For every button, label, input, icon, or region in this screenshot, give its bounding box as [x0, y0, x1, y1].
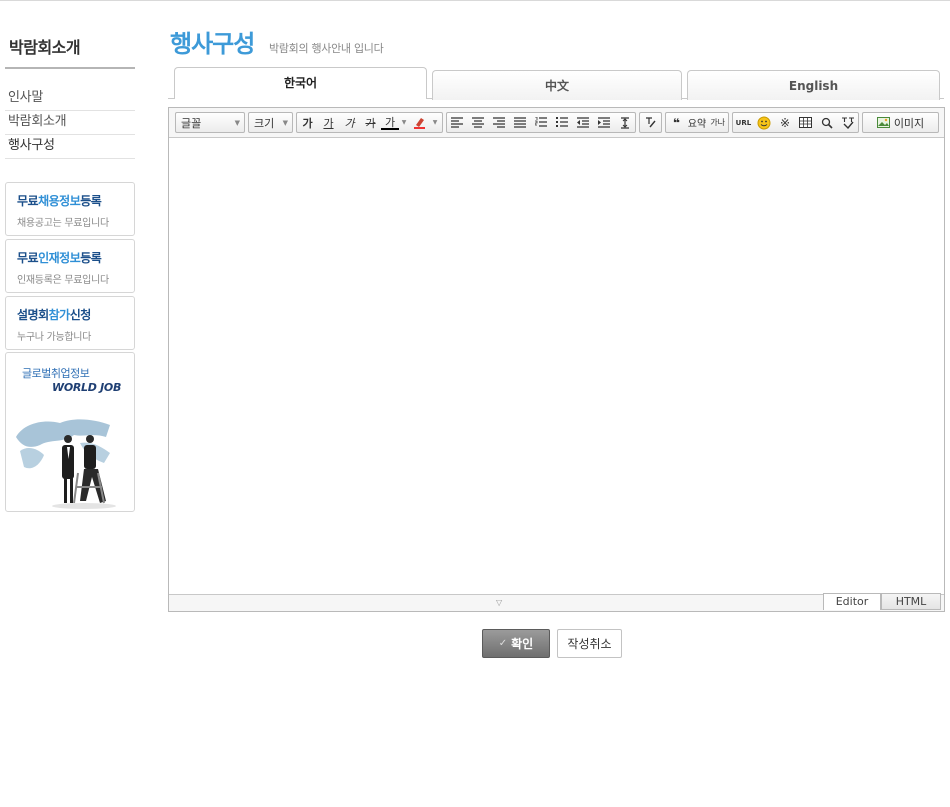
check-icon: ✓ — [498, 638, 508, 649]
highlighter-icon — [414, 118, 425, 129]
align-left-icon — [451, 117, 464, 128]
sidebar-item-greeting[interactable]: 인사말 — [5, 87, 135, 111]
find-button[interactable] — [816, 113, 837, 132]
sidebar-title-divider — [5, 67, 135, 69]
font-family-select[interactable]: 글꼴 ▼ — [175, 112, 245, 133]
worldjob-label: 글로벌취업정보 — [22, 367, 90, 380]
chevron-down-icon: ▼ — [282, 118, 288, 127]
sidebar-menu: 인사말 박람회소개 행사구성 — [5, 87, 135, 159]
bullet-list-button[interactable] — [551, 113, 572, 132]
align-justify-button[interactable] — [510, 113, 531, 132]
outdent-icon — [576, 117, 589, 128]
image-icon — [876, 117, 890, 128]
table-icon — [799, 117, 813, 128]
promo-title: 무료인재정보등록 — [17, 251, 102, 265]
chevron-down-icon[interactable]: ▼ — [399, 113, 409, 132]
align-left-button[interactable] — [447, 113, 468, 132]
indent-button[interactable] — [593, 113, 614, 132]
top-border — [0, 0, 950, 1]
table-button[interactable] — [795, 113, 816, 132]
special-char-button[interactable]: ※ — [775, 113, 796, 132]
insert-image-label: 이미지 — [893, 116, 925, 130]
smiley-icon — [757, 116, 771, 129]
format-painter-group — [639, 112, 662, 133]
format-clear-button[interactable] — [640, 113, 661, 132]
promo-subtitle: 누구나 가능합니다 — [17, 332, 92, 343]
insert-text-group: ❝ 요약 가나 — [665, 112, 729, 133]
chevron-down-icon[interactable]: ▼ — [430, 113, 440, 132]
paragraph-group — [446, 112, 636, 133]
link-button[interactable]: URL — [733, 113, 754, 132]
align-center-button[interactable] — [468, 113, 489, 132]
confirm-button[interactable]: ✓ 확인 — [482, 629, 550, 658]
tab-korean[interactable]: 한국어 — [174, 67, 427, 99]
outdent-button[interactable] — [572, 113, 593, 132]
align-center-icon — [472, 117, 485, 128]
promo-subtitle: 채용공고는 무료입니다 — [17, 218, 109, 229]
promo-title: 무료채용정보등록 — [17, 194, 102, 208]
confirm-label: 확인 — [511, 637, 534, 651]
eraser-icon — [646, 117, 656, 128]
promo-title: 설명회참가신청 — [17, 308, 91, 322]
search-icon — [821, 117, 833, 129]
align-justify-icon — [514, 117, 527, 128]
promo-subtitle: 인재등록은 무료입니다 — [17, 275, 109, 286]
numbered-list-button[interactable] — [531, 113, 552, 132]
page-subtitle: 박람회의 행사안내 입니다 — [269, 42, 384, 55]
bold-button[interactable]: 가 — [297, 113, 318, 132]
font-family-value: 글꼴 — [181, 116, 202, 130]
rich-text-editor: 글꼴 ▼ 크기 ▼ 가 가 가 가 가 ▼ ▼ ❝ 요약 가나 URL ※ 이미… — [168, 107, 945, 612]
text-style-group: 가 가 가 가 가 ▼ ▼ — [296, 112, 443, 133]
summary-button[interactable]: 요약 — [687, 113, 708, 132]
editor-mode-tab[interactable]: Editor — [823, 593, 881, 610]
promo-free-talent-registration[interactable]: 무료인재정보등록 인재등록은 무료입니다 — [5, 239, 135, 293]
font-size-value: 크기 — [254, 116, 275, 130]
resize-handle-icon[interactable]: ▽ — [496, 598, 502, 607]
worldjob-banner[interactable]: 글로벌취업정보 WORLD JOB — [5, 352, 135, 512]
chevron-down-icon: ▼ — [234, 118, 240, 127]
editor-footer: ▽ Editor HTML — [169, 593, 944, 611]
italic-button[interactable]: 가 — [339, 113, 360, 132]
align-right-button[interactable] — [489, 113, 510, 132]
sidebar-title: 박람회소개 — [9, 38, 81, 57]
strikethrough-button[interactable]: 가 — [360, 113, 381, 132]
tab-english[interactable]: English — [687, 70, 940, 100]
tab-chinese[interactable]: 中文 — [432, 70, 682, 100]
spellcheck-icon — [841, 116, 854, 129]
editor-content-area[interactable] — [169, 138, 944, 594]
emoticon-button[interactable] — [754, 113, 775, 132]
line-height-button[interactable] — [614, 113, 635, 132]
asterisk-icon: ※ — [780, 115, 791, 130]
quote-button[interactable]: ❝ — [666, 113, 687, 132]
bullet-list-icon — [555, 117, 568, 127]
promo-free-job-posting[interactable]: 무료채용정보등록 채용공고는 무료입니다 — [5, 182, 135, 236]
spellcheck-button[interactable] — [837, 113, 858, 132]
align-right-icon — [493, 117, 506, 128]
underline-button[interactable]: 가 — [318, 113, 339, 132]
editor-toolbar: 글꼴 ▼ 크기 ▼ 가 가 가 가 가 ▼ ▼ ❝ 요약 가나 URL ※ 이미… — [169, 108, 944, 138]
sidebar-item-expo-intro[interactable]: 박람회소개 — [5, 111, 135, 135]
font-color-button[interactable]: 가 — [381, 115, 399, 130]
font-size-select[interactable]: 크기 ▼ — [248, 112, 293, 133]
superscript-button[interactable]: 가나 — [707, 113, 728, 132]
sidebar-item-event-program[interactable]: 행사구성 — [5, 135, 135, 159]
insert-image-button[interactable]: 이미지 — [862, 112, 939, 133]
cancel-button[interactable]: 작성취소 — [557, 629, 622, 658]
numbered-list-icon — [535, 117, 547, 127]
promo-seminar-application[interactable]: 설명회참가신청 누구나 가능합니다 — [5, 296, 135, 350]
highlight-color-button[interactable] — [409, 113, 430, 132]
insert-object-group: URL ※ — [732, 112, 859, 133]
html-mode-tab[interactable]: HTML — [881, 593, 941, 610]
indent-icon — [597, 117, 610, 128]
page-title: 행사구성 — [170, 30, 255, 58]
line-height-icon — [620, 116, 629, 129]
worldjob-illustration — [16, 419, 116, 509]
